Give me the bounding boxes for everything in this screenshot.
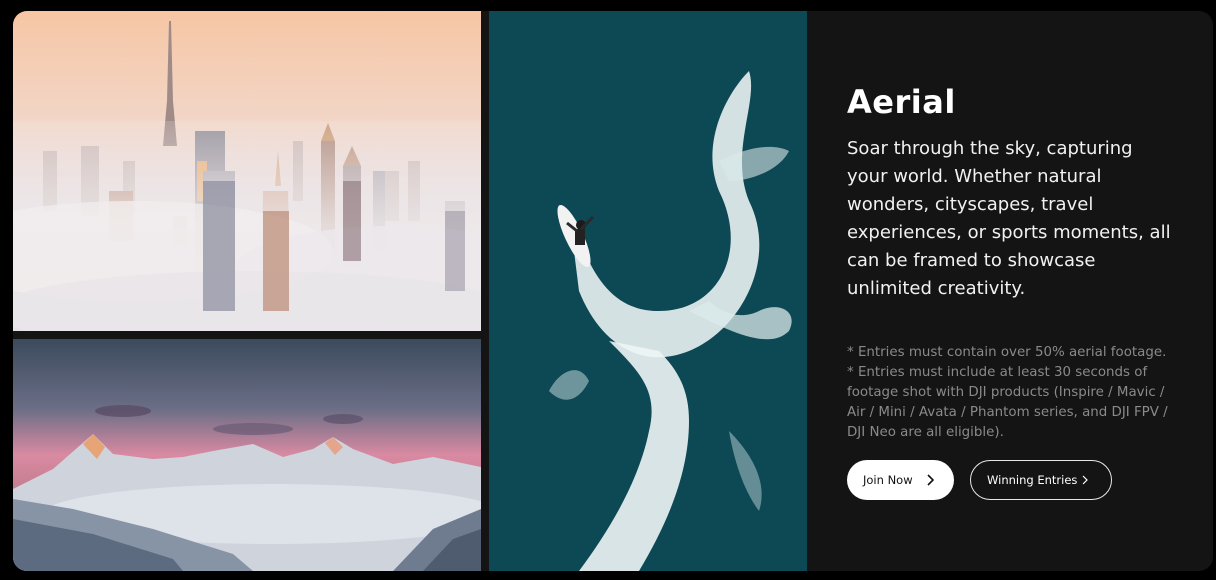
entry-requirements: * Entries must contain over 50% aerial f… [847, 343, 1177, 443]
category-description: Soar through the sky, capturing your wor… [847, 138, 1171, 300]
aerial-content: Aerial Soar through the sky, capturing y… [847, 83, 1177, 443]
mountain-range-photo [13, 339, 481, 571]
chevron-right-icon [926, 474, 935, 486]
winning-entries-button[interactable]: Winning Entries [970, 460, 1112, 500]
surfer-ocean-photo [489, 11, 807, 571]
category-title: Aerial [847, 83, 956, 121]
winning-entries-label: Winning Entries [987, 473, 1078, 487]
join-now-button[interactable]: Join Now [847, 460, 954, 500]
action-buttons: Join Now Winning Entries [847, 460, 1112, 500]
aerial-category-card: Aerial Soar through the sky, capturing y… [13, 11, 1213, 571]
city-fog-photo [13, 11, 481, 331]
join-now-label: Join Now [863, 473, 913, 487]
requirement-note: * Entries must include at least 30 secon… [847, 365, 1168, 441]
requirement-note: * Entries must contain over 50% aerial f… [847, 345, 1167, 361]
chevron-right-icon [1081, 474, 1089, 486]
